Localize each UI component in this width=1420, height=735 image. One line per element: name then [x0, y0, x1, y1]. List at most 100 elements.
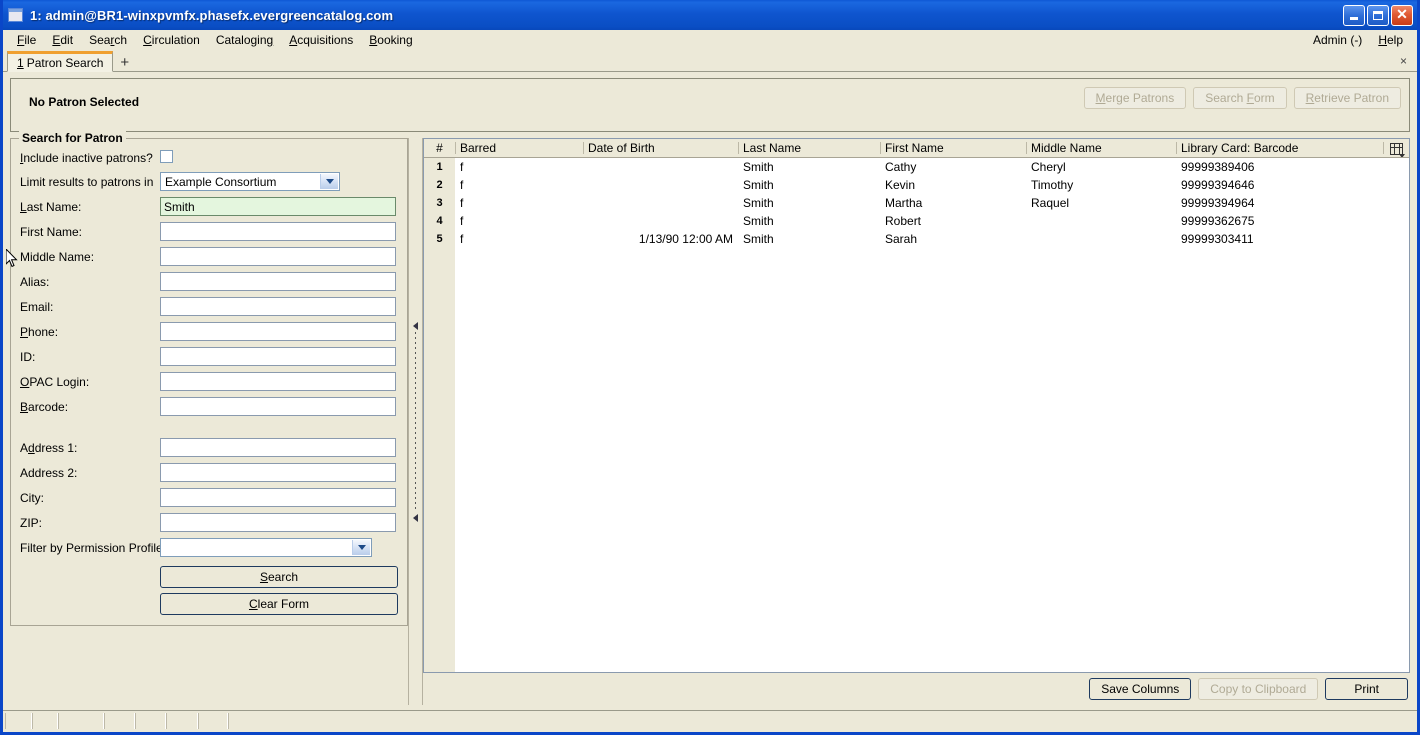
split-panes: Search for Patron Include inactive patro…	[10, 131, 1410, 710]
cell-dob	[583, 193, 738, 212]
maximize-button[interactable]	[1367, 4, 1389, 26]
tab-label: Patron Search	[26, 55, 104, 70]
city-label: City:	[20, 490, 44, 505]
address2-label: Address 2:	[20, 465, 78, 480]
search-form-legend: Search for Patron	[19, 131, 126, 145]
status-cell-1	[5, 713, 32, 729]
menu-file[interactable]: File	[9, 31, 44, 49]
phone-label: Phone:	[20, 324, 59, 339]
phone-input[interactable]	[160, 322, 396, 341]
cell-barred: f	[455, 157, 583, 176]
address2-input[interactable]	[160, 463, 396, 482]
opac-login-input[interactable]	[160, 372, 396, 391]
search-form-button[interactable]: Search Form	[1193, 87, 1287, 109]
table-row[interactable]: 5 f 1/13/90 12:00 AM Smith Sarah 9999930…	[424, 229, 1409, 248]
column-header-last-name[interactable]: Last Name	[738, 139, 880, 158]
menu-help[interactable]: Help	[1370, 31, 1411, 49]
middle-name-input[interactable]	[160, 247, 396, 266]
menu-edit[interactable]: Edit	[44, 31, 81, 49]
retrieve-patron-button[interactable]: Retrieve Patron	[1293, 87, 1401, 109]
chevron-down-icon	[320, 174, 338, 189]
barcode-input[interactable]	[160, 397, 396, 416]
zip-label: ZIP:	[20, 515, 43, 530]
email-input[interactable]	[160, 297, 396, 316]
table-row[interactable]: 1 f Smith Cathy Cheryl 99999389406	[424, 157, 1409, 176]
cell-first-name: Sarah	[880, 229, 1026, 248]
alias-input[interactable]	[160, 272, 396, 291]
minimize-button[interactable]	[1343, 4, 1365, 26]
tab-number: 1	[17, 55, 24, 70]
save-columns-button[interactable]: Save Columns	[1089, 678, 1192, 700]
merge-patrons-button[interactable]: Merge Patrons	[1083, 87, 1187, 109]
table-row[interactable]: 2 f Smith Kevin Timothy 99999394646	[424, 175, 1409, 194]
menu-cataloging[interactable]: Cataloging	[208, 31, 281, 49]
status-cell-3	[58, 713, 104, 729]
limit-results-select[interactable]: Example Consortium	[160, 172, 340, 191]
cell-barcode: 99999303411	[1176, 229, 1383, 248]
search-form-grid: Include inactive patrons? Limit results …	[20, 150, 400, 557]
last-name-input[interactable]	[160, 197, 396, 216]
row-number: 4	[424, 211, 455, 230]
cell-barcode: 99999362675	[1176, 211, 1383, 230]
splitter-grip	[415, 331, 416, 512]
search-for-patron-fieldset: Search for Patron Include inactive patro…	[10, 131, 408, 626]
include-inactive-checkbox[interactable]	[160, 150, 173, 163]
clear-form-button[interactable]: Clear Form	[160, 593, 398, 615]
print-button[interactable]: Print	[1325, 678, 1408, 700]
results-table-head: # Barred Date of Birth Last Name First N…	[424, 139, 1409, 158]
row-number: 1	[424, 157, 455, 176]
column-header-first-name[interactable]: First Name	[880, 139, 1026, 158]
column-header-barred[interactable]: Barred	[455, 139, 583, 158]
patron-status-label: No Patron Selected	[29, 95, 140, 109]
status-cell-4	[104, 713, 135, 729]
menu-bar: File Edit Search Circulation Cataloging …	[3, 30, 1417, 50]
menu-acquisitions[interactable]: Acquisitions	[281, 31, 361, 49]
column-header-library-card[interactable]: Library Card: Barcode	[1176, 139, 1383, 158]
menu-circulation[interactable]: Circulation	[135, 31, 208, 49]
tab-patron-search[interactable]: 1 Patron Search	[7, 51, 114, 72]
window-controls: ✕	[1343, 4, 1413, 26]
menu-booking[interactable]: Booking	[361, 31, 420, 49]
address1-input[interactable]	[160, 438, 396, 457]
city-input[interactable]	[160, 488, 396, 507]
cell-barred: f	[455, 211, 583, 230]
menu-admin[interactable]: Admin (-)	[1305, 31, 1370, 49]
opac-login-label: OPAC Login:	[20, 374, 90, 389]
status-cell-6	[166, 713, 198, 729]
status-cell-7	[198, 713, 228, 729]
splitter-collapse-arrow-bottom[interactable]	[413, 513, 418, 522]
status-cell-main	[228, 713, 1415, 729]
menu-search[interactable]: Search	[81, 31, 135, 49]
pane-splitter[interactable]	[408, 138, 423, 705]
cell-barred: f	[455, 175, 583, 194]
permission-profile-select[interactable]	[160, 538, 372, 557]
zip-input[interactable]	[160, 513, 396, 532]
column-header-number[interactable]: #	[424, 139, 455, 158]
last-name-label: Last Name:	[20, 199, 82, 214]
cell-last-name: Smith	[738, 211, 880, 230]
id-label: ID:	[20, 349, 36, 364]
cell-last-name: Smith	[738, 175, 880, 194]
results-table-body: 1 f Smith Cathy Cheryl 99999389406 2 f S…	[424, 157, 1409, 248]
cell-dob	[583, 211, 738, 230]
id-input[interactable]	[160, 347, 396, 366]
table-row[interactable]: 3 f Smith Martha Raquel 99999394964	[424, 193, 1409, 212]
search-form-buttons: Search Clear Form	[20, 566, 400, 615]
cell-barcode: 99999394964	[1176, 193, 1383, 212]
splitter-collapse-arrow-top[interactable]	[413, 321, 418, 330]
table-row[interactable]: 4 f Smith Robert 99999362675	[424, 211, 1409, 230]
column-picker-button[interactable]	[1383, 139, 1409, 158]
column-header-middle-name[interactable]: Middle Name	[1026, 139, 1176, 158]
first-name-input[interactable]	[160, 222, 396, 241]
patron-action-buttons: Merge Patrons Search Form Retrieve Patro…	[1083, 87, 1401, 109]
title-bar: 1: admin@BR1-winxpvmfx.phasefx.evergreen…	[3, 0, 1417, 30]
table-header-row: # Barred Date of Birth Last Name First N…	[424, 139, 1409, 158]
close-button[interactable]: ✕	[1391, 4, 1413, 26]
search-button[interactable]: Search	[160, 566, 398, 588]
close-tab-button[interactable]: ×	[1400, 54, 1407, 68]
cell-middle-name	[1026, 211, 1176, 230]
new-tab-button[interactable]: +	[113, 55, 136, 70]
copy-to-clipboard-button[interactable]: Copy to Clipboard	[1198, 678, 1319, 700]
status-bar	[3, 710, 1417, 732]
column-header-dob[interactable]: Date of Birth	[583, 139, 738, 158]
